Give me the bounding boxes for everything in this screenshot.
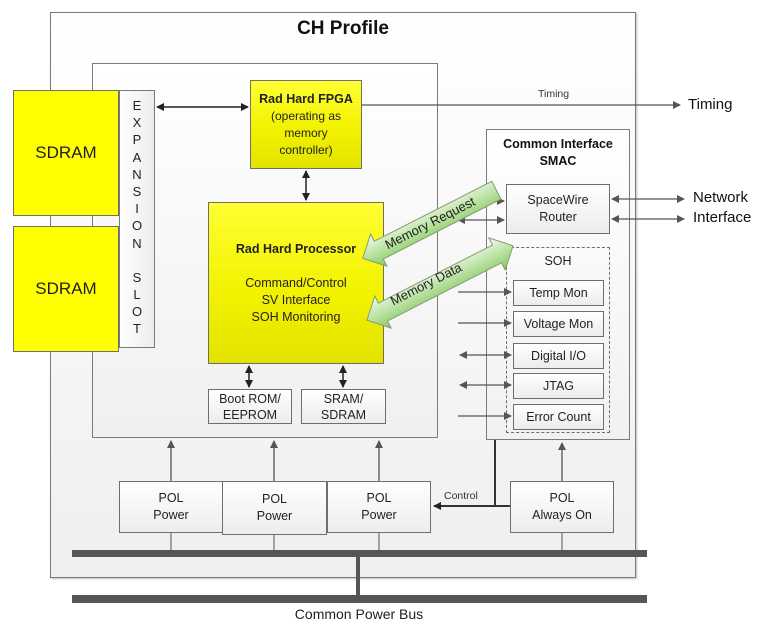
- connector-layer: Memory Request Memory Data: [72, 101, 685, 603]
- control-label: Control: [444, 490, 478, 502]
- timing-output-label: Timing: [688, 96, 733, 113]
- common-power-bus: [72, 595, 647, 603]
- internal-power-bus: [72, 550, 647, 557]
- common-power-bus-label: Common Power Bus: [294, 606, 424, 622]
- memory-request-label: Memory Request: [382, 194, 477, 252]
- network-label-line2: Interface: [693, 209, 752, 226]
- network-label-line1: Network: [693, 189, 749, 206]
- bus-connector: [356, 557, 360, 595]
- timing-line-label: Timing: [538, 88, 570, 100]
